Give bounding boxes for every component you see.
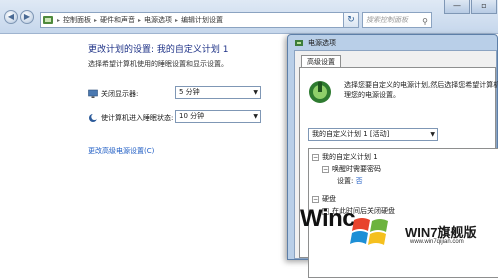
breadcrumb-separator: ▸ (94, 16, 98, 24)
page-title: 更改计划的设置: 我的自定义计划 1 (88, 45, 229, 55)
tree-item[interactable]: − 硬盘 (312, 194, 336, 204)
tree-item[interactable]: − 我的自定义计划 1 (312, 152, 378, 162)
chevron-down-icon: ▼ (430, 131, 435, 138)
sleep-select[interactable]: 10 分钟 ▼ (175, 110, 261, 123)
tree-item[interactable]: 设置: 否 (337, 176, 363, 186)
address-bar[interactable]: ▸ 控制面板 ▸ 硬件和声音 ▸ 电源选项 ▸ 编辑计划设置 (40, 12, 346, 28)
display-off-select[interactable]: 5 分钟 ▼ (175, 86, 261, 99)
windows-logo-icon (350, 212, 394, 254)
plan-select[interactable]: 我的自定义计划 1 [活动] ▼ (308, 128, 438, 141)
monitor-icon (88, 89, 98, 99)
collapse-icon[interactable]: − (312, 195, 319, 203)
breadcrumb-separator: ▸ (57, 16, 61, 24)
sleep-label: 使计算机进入睡眠状态: (101, 114, 174, 122)
tree-item[interactable]: − 唤醒时需要密码 (322, 164, 381, 174)
chevron-down-icon: ▼ (253, 89, 258, 96)
minimize-button[interactable]: — (444, 0, 470, 14)
setting-value: 否 (355, 177, 363, 185)
breadcrumb-separator: ▸ (138, 16, 142, 24)
advanced-settings-link[interactable]: 更改高级电源设置(C) (88, 146, 154, 156)
maximize-button[interactable]: ▫ (471, 0, 497, 14)
display-off-value: 5 分钟 (179, 88, 200, 96)
search-icon[interactable]: ⚲ (422, 15, 428, 29)
panel-description: 选择您要自定义的电源计划,然后选择您希望计算机管理您的电源设置。 (344, 81, 498, 99)
power-plan-icon (306, 78, 334, 106)
search-input[interactable]: 搜索控制面板 ⚲ (362, 12, 432, 28)
forward-button[interactable]: ▶ (20, 10, 34, 24)
display-off-label: 关闭显示器: (101, 90, 139, 98)
breadcrumb-control-panel[interactable]: 控制面板 (63, 15, 91, 25)
explorer-toolbar: ◀ ▶ ▸ 控制面板 ▸ 硬件和声音 ▸ 电源选项 ▸ 编辑计划设置 ↻ 搜索控… (0, 0, 498, 34)
refresh-button[interactable]: ↻ (343, 12, 359, 28)
page-description: 选择希望计算机使用的睡眠设置和显示设置。 (88, 60, 228, 68)
collapse-icon[interactable]: − (322, 165, 329, 173)
control-panel-icon (43, 15, 53, 25)
breadcrumb-power-options[interactable]: 电源选项 (144, 15, 172, 25)
power-options-icon (294, 38, 304, 48)
sleep-value: 10 分钟 (179, 112, 205, 120)
breadcrumb-edit-plan[interactable]: 编辑计划设置 (181, 15, 223, 25)
chevron-down-icon: ▼ (253, 113, 258, 120)
collapse-icon[interactable]: − (312, 153, 319, 161)
moon-icon (88, 113, 98, 123)
plan-select-value: 我的自定义计划 1 [活动] (312, 130, 390, 138)
back-button[interactable]: ◀ (4, 10, 18, 24)
watermark-text: Winc (300, 205, 356, 232)
watermark-url: www.win7qijian.com (410, 239, 464, 245)
search-placeholder: 搜索控制面板 (366, 16, 408, 24)
breadcrumb-separator: ▸ (175, 16, 179, 24)
dialog-title: 电源选项 (308, 39, 336, 47)
breadcrumb-hardware-sound[interactable]: 硬件和声音 (100, 15, 135, 25)
